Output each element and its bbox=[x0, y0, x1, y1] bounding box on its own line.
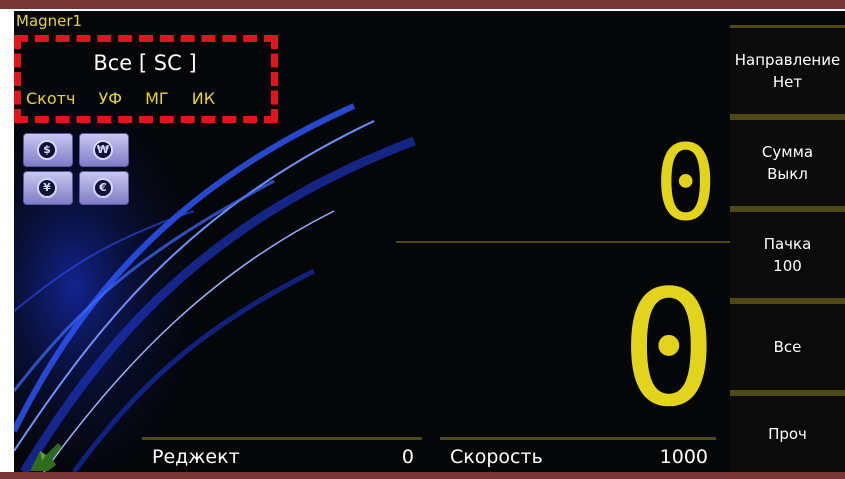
top-border bbox=[0, 0, 845, 9]
yen-icon: ¥ bbox=[37, 178, 57, 198]
direction-value: Нет bbox=[772, 73, 803, 91]
currency-button-euro[interactable]: € bbox=[79, 171, 129, 205]
airplane-icon bbox=[30, 443, 62, 471]
brand-label: Magner1 bbox=[16, 12, 83, 30]
counter-divider bbox=[396, 241, 736, 243]
dollar-icon: $ bbox=[37, 140, 57, 160]
sum-button[interactable]: Сумма Выкл bbox=[730, 117, 845, 209]
speed-value: 1000 bbox=[659, 446, 708, 468]
other-button[interactable]: Проч bbox=[730, 393, 845, 472]
reject-value: 0 bbox=[401, 446, 414, 468]
device-screen: Magner1 Все [ SC ] Скотч УФ МГ ИК $ ₩ ¥ … bbox=[14, 11, 845, 472]
batch-button[interactable]: Пачка 100 bbox=[730, 209, 845, 301]
speed-label: Скорость bbox=[450, 446, 543, 468]
bottom-border bbox=[0, 472, 845, 479]
all-label: Все bbox=[773, 338, 802, 356]
batch-value: 100 bbox=[773, 257, 802, 275]
reject-status: Реджект 0 bbox=[142, 437, 422, 472]
highlight-annotation-box bbox=[14, 35, 278, 123]
currency-button-dollar[interactable]: $ bbox=[23, 133, 73, 167]
currency-button-yen[interactable]: ¥ bbox=[23, 171, 73, 205]
won-icon: ₩ bbox=[93, 140, 113, 160]
sum-label: Сумма bbox=[761, 143, 814, 161]
direction-label: Направление bbox=[734, 51, 841, 69]
other-label: Проч bbox=[768, 425, 807, 443]
euro-icon: € bbox=[93, 178, 113, 198]
sum-value: Выкл bbox=[767, 165, 808, 183]
photo-frame: Magner1 Все [ SC ] Скотч УФ МГ ИК $ ₩ ¥ … bbox=[0, 0, 845, 479]
batch-counter: 0 bbox=[654, 122, 717, 244]
total-counter: 0 bbox=[620, 255, 717, 442]
batch-label: Пачка bbox=[763, 235, 812, 253]
reject-label: Реджект bbox=[152, 446, 240, 468]
currency-button-won[interactable]: ₩ bbox=[79, 133, 129, 167]
direction-button[interactable]: Направление Нет bbox=[730, 25, 845, 117]
all-button[interactable]: Все bbox=[730, 301, 845, 393]
sidebar-menu: Направление Нет Сумма Выкл Пачка 100 Все… bbox=[730, 11, 845, 472]
speed-status[interactable]: Скорость 1000 bbox=[440, 437, 716, 472]
